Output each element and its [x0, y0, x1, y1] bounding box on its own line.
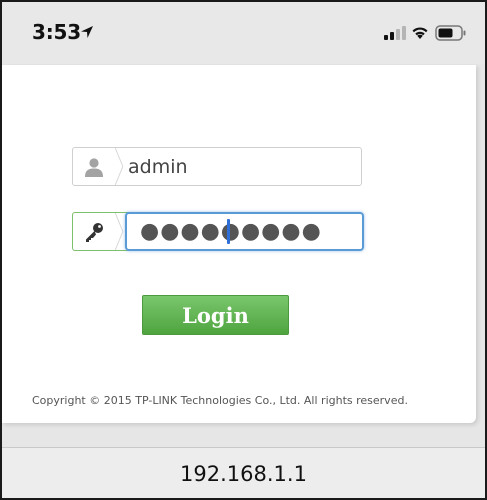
key-icon-box: [73, 213, 115, 250]
status-bar: 3:53: [2, 2, 485, 64]
battery-icon: [435, 25, 466, 41]
wifi-icon: [412, 27, 428, 39]
login-button[interactable]: Login: [142, 295, 289, 335]
password-value: ●●●●●●●●●: [140, 219, 322, 244]
field-separator: [115, 213, 124, 250]
user-icon-box: [73, 148, 115, 185]
copyright-text: Copyright © 2015 TP-LINK Technologies Co…: [32, 394, 408, 407]
password-field[interactable]: ●●●●●●●●●: [72, 212, 364, 251]
location-arrow-icon: [81, 26, 93, 38]
signal-icon: [384, 26, 406, 40]
browser-address-bar[interactable]: 192.168.1.1: [2, 447, 485, 498]
username-value: admin: [128, 156, 188, 178]
key-icon: [86, 222, 103, 242]
login-page: admin ●●●●●●●●● Login Copyright © 2015 T…: [2, 65, 476, 423]
password-input[interactable]: ●●●●●●●●●: [125, 212, 364, 251]
status-time: 3:53: [32, 20, 81, 44]
text-caret: [227, 219, 230, 244]
username-field[interactable]: admin: [72, 147, 362, 186]
user-icon: [85, 157, 103, 177]
field-separator: [115, 148, 124, 185]
url-text: 192.168.1.1: [180, 462, 307, 486]
